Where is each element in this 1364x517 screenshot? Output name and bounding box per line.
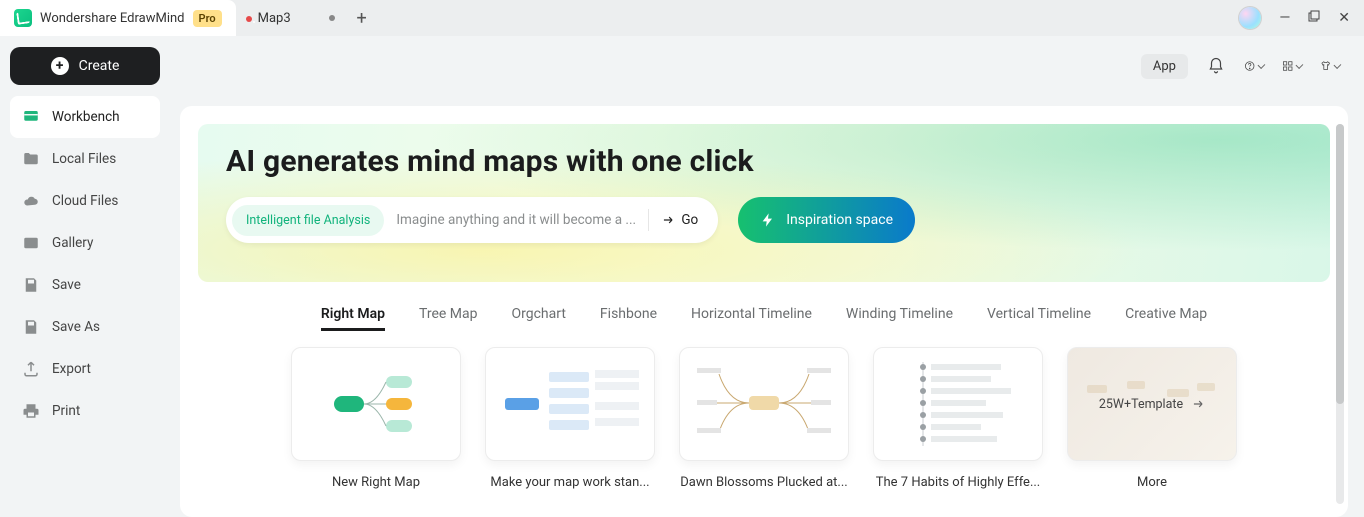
sidebar-item-label: Save As bbox=[52, 319, 100, 335]
template-card-make-map-work[interactable] bbox=[485, 347, 655, 461]
workbench-icon bbox=[22, 108, 40, 126]
sidebar-item-label: Save bbox=[52, 277, 81, 293]
main-panel: AI generates mind maps with one click In… bbox=[180, 106, 1348, 517]
template-card-more[interactable]: 25W+Template bbox=[1067, 347, 1237, 461]
template-cards: New Right Map Make yo bbox=[180, 347, 1348, 490]
sidebar-item-cloud-files[interactable]: Cloud Files bbox=[10, 180, 160, 222]
divider bbox=[648, 209, 649, 231]
go-button[interactable]: Go bbox=[661, 212, 702, 228]
maximize-button[interactable] bbox=[1308, 10, 1320, 26]
go-label: Go bbox=[681, 212, 698, 228]
export-icon bbox=[22, 360, 40, 378]
template-tabs: Right Map Tree Map Orgchart Fishbone Hor… bbox=[180, 306, 1348, 331]
card-label: More bbox=[1067, 475, 1237, 490]
arrow-right-icon bbox=[1191, 397, 1205, 411]
card-label: Make your map work stan... bbox=[485, 475, 655, 490]
sidebar-item-export[interactable]: Export bbox=[10, 348, 160, 390]
tab-vertical-timeline[interactable]: Vertical Timeline bbox=[987, 306, 1091, 331]
hero-title: AI generates mind maps with one click bbox=[226, 144, 1302, 179]
card-label: Dawn Blossoms Plucked at... bbox=[679, 475, 849, 490]
template-card-7-habits[interactable] bbox=[873, 347, 1043, 461]
sidebar: Workbench Local Files Cloud Files Galler… bbox=[0, 96, 170, 517]
inspiration-button[interactable]: Inspiration space bbox=[738, 197, 915, 243]
app-logo-icon bbox=[14, 9, 32, 27]
tab-document[interactable]: Map3 bbox=[236, 0, 349, 36]
hero-banner: AI generates mind maps with one click In… bbox=[198, 124, 1330, 282]
pro-badge: Pro bbox=[193, 10, 222, 27]
bell-icon[interactable] bbox=[1206, 56, 1226, 76]
more-thumb-text: 25W+Template bbox=[1099, 397, 1183, 412]
template-card-dawn-blossoms[interactable] bbox=[679, 347, 849, 461]
window-controls: — ✕ bbox=[1239, 0, 1364, 36]
tab-right-map[interactable]: Right Map bbox=[321, 306, 385, 331]
card-label: New Right Map bbox=[291, 475, 461, 490]
ai-search-bar: Intelligent file Analysis Imagine anythi… bbox=[226, 197, 718, 243]
unsaved-dot-icon bbox=[329, 15, 335, 21]
create-button[interactable]: + Create bbox=[10, 47, 160, 85]
minimize-button[interactable]: — bbox=[1279, 10, 1290, 26]
titlebar: Wondershare EdrawMind Pro Map3 + — ✕ bbox=[0, 0, 1364, 36]
save-as-icon bbox=[22, 318, 40, 336]
scrollbar-thumb[interactable] bbox=[1336, 124, 1344, 404]
create-label: Create bbox=[79, 58, 120, 74]
sidebar-item-save[interactable]: Save bbox=[10, 264, 160, 306]
scrollbar[interactable] bbox=[1336, 124, 1344, 504]
shirt-icon[interactable] bbox=[1320, 56, 1340, 76]
toolbar: + Create App bbox=[0, 36, 1364, 96]
tab-fishbone[interactable]: Fishbone bbox=[600, 306, 657, 331]
sidebar-item-label: Print bbox=[52, 403, 80, 419]
tab-tree-map[interactable]: Tree Map bbox=[419, 306, 477, 331]
new-tab-button[interactable]: + bbox=[349, 0, 375, 36]
doc-tab-label: Map3 bbox=[258, 11, 291, 26]
intelligent-chip[interactable]: Intelligent file Analysis bbox=[232, 205, 384, 236]
sidebar-item-local-files[interactable]: Local Files bbox=[10, 138, 160, 180]
sidebar-item-label: Gallery bbox=[52, 235, 93, 251]
plus-icon: + bbox=[51, 57, 69, 75]
print-icon bbox=[22, 402, 40, 420]
sidebar-item-label: Cloud Files bbox=[52, 193, 118, 209]
inspiration-label: Inspiration space bbox=[786, 212, 893, 228]
close-button[interactable]: ✕ bbox=[1338, 10, 1350, 26]
folder-icon bbox=[22, 150, 40, 168]
template-card-new-right-map[interactable] bbox=[291, 347, 461, 461]
bolt-icon bbox=[760, 212, 776, 228]
avatar[interactable] bbox=[1239, 7, 1261, 29]
card-label: The 7 Habits of Highly Effe... bbox=[873, 475, 1043, 490]
sidebar-item-label: Export bbox=[52, 361, 91, 377]
help-icon[interactable] bbox=[1244, 56, 1264, 76]
tab-winding-timeline[interactable]: Winding Timeline bbox=[846, 306, 953, 331]
sidebar-item-workbench[interactable]: Workbench bbox=[10, 96, 160, 138]
ai-prompt-input[interactable]: Imagine anything and it will become a ..… bbox=[396, 212, 636, 228]
sidebar-item-label: Workbench bbox=[52, 109, 120, 125]
sidebar-item-label: Local Files bbox=[52, 151, 116, 167]
tab-orgchart[interactable]: Orgchart bbox=[511, 306, 565, 331]
sidebar-item-gallery[interactable]: Gallery bbox=[10, 222, 160, 264]
sidebar-item-save-as[interactable]: Save As bbox=[10, 306, 160, 348]
gallery-icon bbox=[22, 234, 40, 252]
tab-horizontal-timeline[interactable]: Horizontal Timeline bbox=[691, 306, 812, 331]
sidebar-item-print[interactable]: Print bbox=[10, 390, 160, 432]
apps-grid-icon[interactable] bbox=[1282, 56, 1302, 76]
tab-creative-map[interactable]: Creative Map bbox=[1125, 306, 1207, 331]
tab-home[interactable]: Wondershare EdrawMind Pro bbox=[0, 0, 236, 36]
save-icon bbox=[22, 276, 40, 294]
cloud-icon bbox=[22, 192, 40, 210]
app-name: Wondershare EdrawMind bbox=[40, 11, 185, 26]
app-button[interactable]: App bbox=[1141, 54, 1188, 79]
